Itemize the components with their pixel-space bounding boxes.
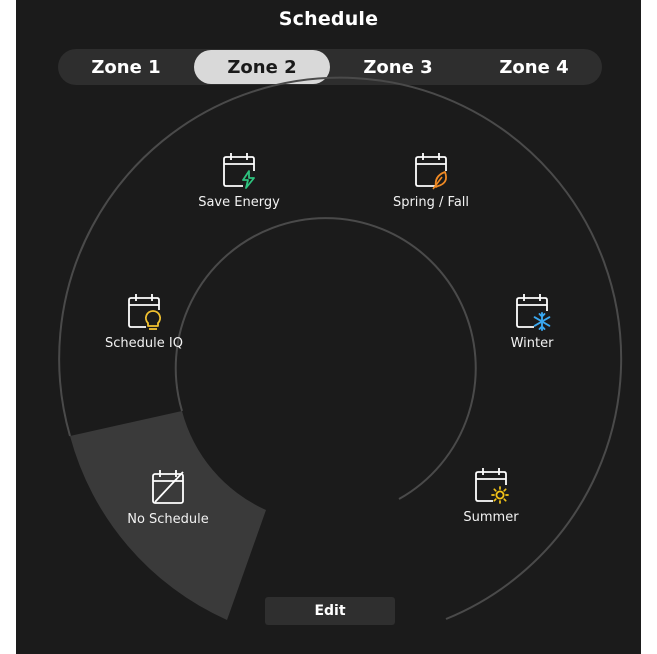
preset-save-energy[interactable]: Save Energy xyxy=(174,149,304,210)
preset-schedule-iq[interactable]: Schedule IQ xyxy=(79,290,209,351)
preset-spring-fall[interactable]: Spring / Fall xyxy=(366,149,496,210)
preset-summer[interactable]: Summer xyxy=(426,464,556,525)
preset-label: Spring / Fall xyxy=(392,195,470,210)
calendar-bolt-icon xyxy=(223,153,255,189)
preset-winter[interactable]: Winter xyxy=(467,290,597,351)
calendar-lightbulb-icon xyxy=(128,294,161,330)
preset-label: Save Energy xyxy=(198,195,280,210)
preset-label: No Schedule xyxy=(127,512,209,527)
inner-ring xyxy=(174,217,477,500)
calendar-off-icon xyxy=(152,470,184,504)
calendar-leaf-icon xyxy=(415,153,447,190)
edit-button[interactable]: Edit xyxy=(265,597,395,625)
preset-no-schedule[interactable]: No Schedule xyxy=(103,466,233,527)
preset-label: Schedule IQ xyxy=(105,336,183,351)
preset-label: Winter xyxy=(510,336,554,351)
schedule-screen: Schedule Zone 1 Zone 2 Zone 3 Zone 4 Sav… xyxy=(16,0,641,654)
calendar-snowflake-icon xyxy=(516,294,551,331)
preset-label: Summer xyxy=(463,510,519,525)
calendar-sun-icon xyxy=(475,468,509,504)
